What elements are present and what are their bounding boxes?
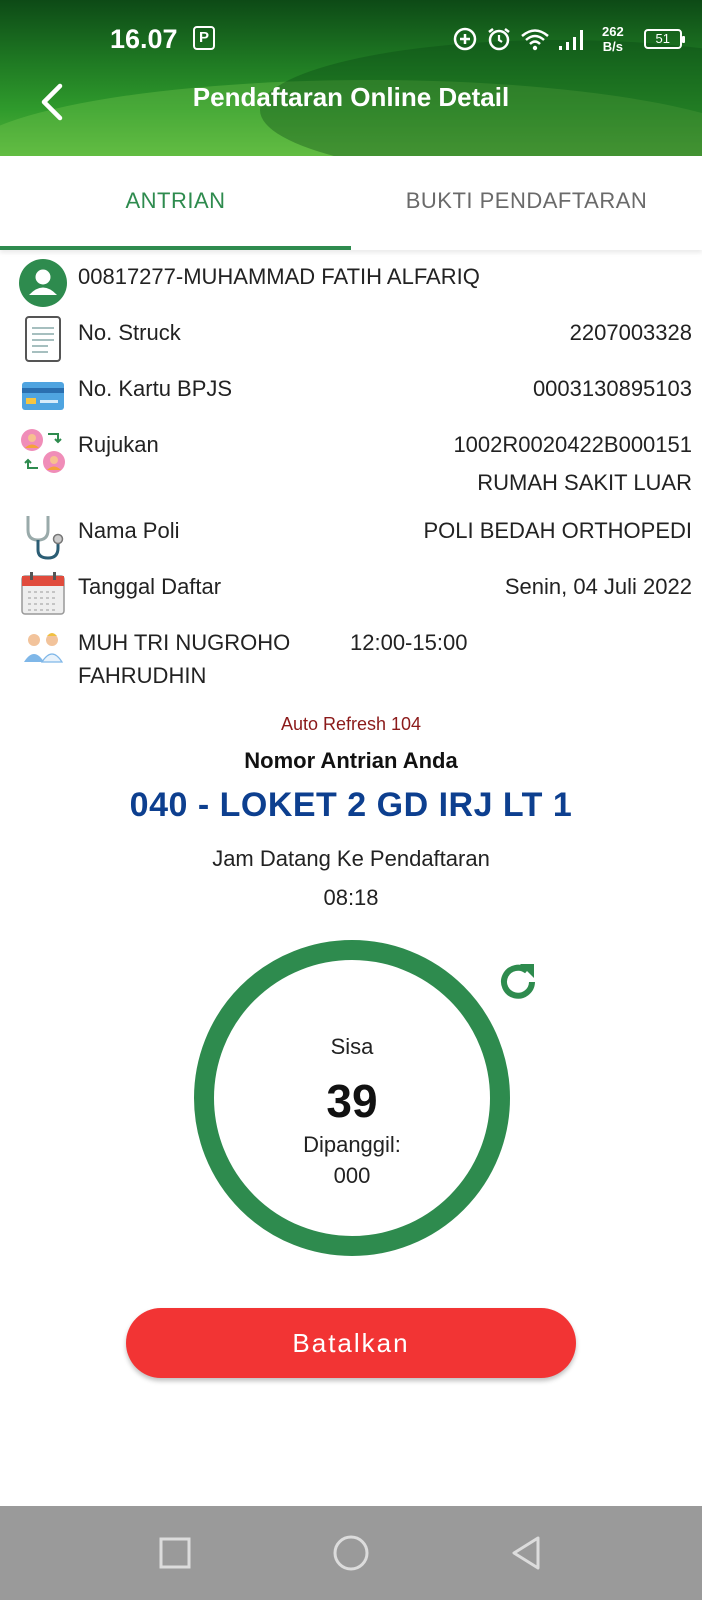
remaining-label: Sisa bbox=[330, 1034, 374, 1059]
patient-name: 00817277-MUHAMMAD FATIH ALFARIQ bbox=[78, 264, 480, 289]
stethoscope-icon bbox=[26, 516, 64, 560]
poli-value: POLI BEDAH ORTHOPEDI bbox=[423, 518, 692, 543]
calendar-icon bbox=[21, 572, 65, 615]
battery-icon: 51 bbox=[643, 29, 685, 49]
app-header: 16.07 P 262 B/s 51 Pendaftaran Online De… bbox=[0, 0, 702, 156]
page-title: Pendaftaran Online Detail bbox=[192, 82, 510, 112]
card-icon bbox=[22, 382, 64, 410]
refresh-icon bbox=[501, 964, 535, 999]
struck-label: No. Struck bbox=[78, 320, 181, 345]
network-speed-value: 262 bbox=[602, 24, 624, 39]
recents-square-icon[interactable] bbox=[150, 1528, 200, 1578]
bpjs-label: No. Kartu BPJS bbox=[78, 376, 233, 401]
status-bar: 16.07 P 262 B/s 51 bbox=[0, 0, 702, 78]
tab-antrian[interactable]: ANTRIAN bbox=[0, 156, 351, 250]
refresh-button[interactable] bbox=[494, 958, 542, 1006]
tab-bukti-pendaftaran[interactable]: BUKTI PENDAFTARAN bbox=[351, 156, 702, 250]
back-triangle-icon[interactable] bbox=[502, 1528, 552, 1578]
cancel-registration-button[interactable]: Batalkan bbox=[126, 1308, 576, 1378]
network-speed-unit: B/s bbox=[602, 39, 623, 54]
doctor-name-line1: MUH TRI NUGROHO bbox=[78, 630, 291, 655]
arrival-time-label: Jam Datang Ke Pendaftaran bbox=[212, 846, 490, 871]
struck-value: 2207003328 bbox=[569, 320, 692, 345]
wifi-icon bbox=[521, 29, 549, 51]
called-value: 000 bbox=[333, 1163, 371, 1188]
home-circle-icon[interactable] bbox=[326, 1528, 376, 1578]
battery-level: 51 bbox=[655, 31, 670, 46]
signal-icon bbox=[559, 30, 583, 50]
system-navigation-bar bbox=[0, 1506, 702, 1600]
user-avatar-icon bbox=[19, 259, 67, 307]
parking-icon: P bbox=[193, 26, 215, 50]
arrival-time: 08:18 bbox=[323, 885, 379, 910]
remaining-count: 39 bbox=[326, 1075, 378, 1127]
tab-bar: ANTRIAN BUKTI PENDAFTARAN bbox=[0, 156, 702, 250]
bpjs-value: 0003130895103 bbox=[532, 376, 692, 401]
called-label: Dipanggil: bbox=[303, 1132, 401, 1157]
status-time: 16.07 bbox=[110, 24, 178, 54]
rujukan-value: 1002R0020422B000151 bbox=[453, 432, 692, 457]
auto-refresh-counter: Auto Refresh 104 bbox=[280, 714, 422, 734]
receipt-icon bbox=[25, 316, 61, 362]
doctor-name-line2: FAHRUDHIN bbox=[78, 663, 207, 688]
doctors-icon bbox=[24, 633, 64, 663]
rujukan-source: RUMAH SAKIT LUAR bbox=[477, 470, 692, 495]
queue-number: 040 - LOKET 2 GD IRJ LT 1 bbox=[129, 786, 573, 824]
network-speed: 262 B/s bbox=[602, 24, 624, 54]
tab-active-indicator bbox=[0, 246, 351, 250]
poli-label: Nama Poli bbox=[78, 518, 180, 543]
queue-number-label: Nomor Antrian Anda bbox=[244, 748, 458, 773]
referral-transfer-icon bbox=[21, 429, 65, 473]
doctor-schedule: 12:00-15:00 bbox=[350, 630, 468, 655]
tanggal-value: Senin, 04 Juli 2022 bbox=[504, 574, 692, 599]
alarm-icon bbox=[488, 28, 510, 51]
tanggal-label: Tanggal Daftar bbox=[78, 574, 222, 599]
data-saver-icon bbox=[453, 27, 477, 51]
status-icons: 262 B/s 51 bbox=[452, 22, 685, 56]
rujukan-label: Rujukan bbox=[78, 432, 159, 457]
